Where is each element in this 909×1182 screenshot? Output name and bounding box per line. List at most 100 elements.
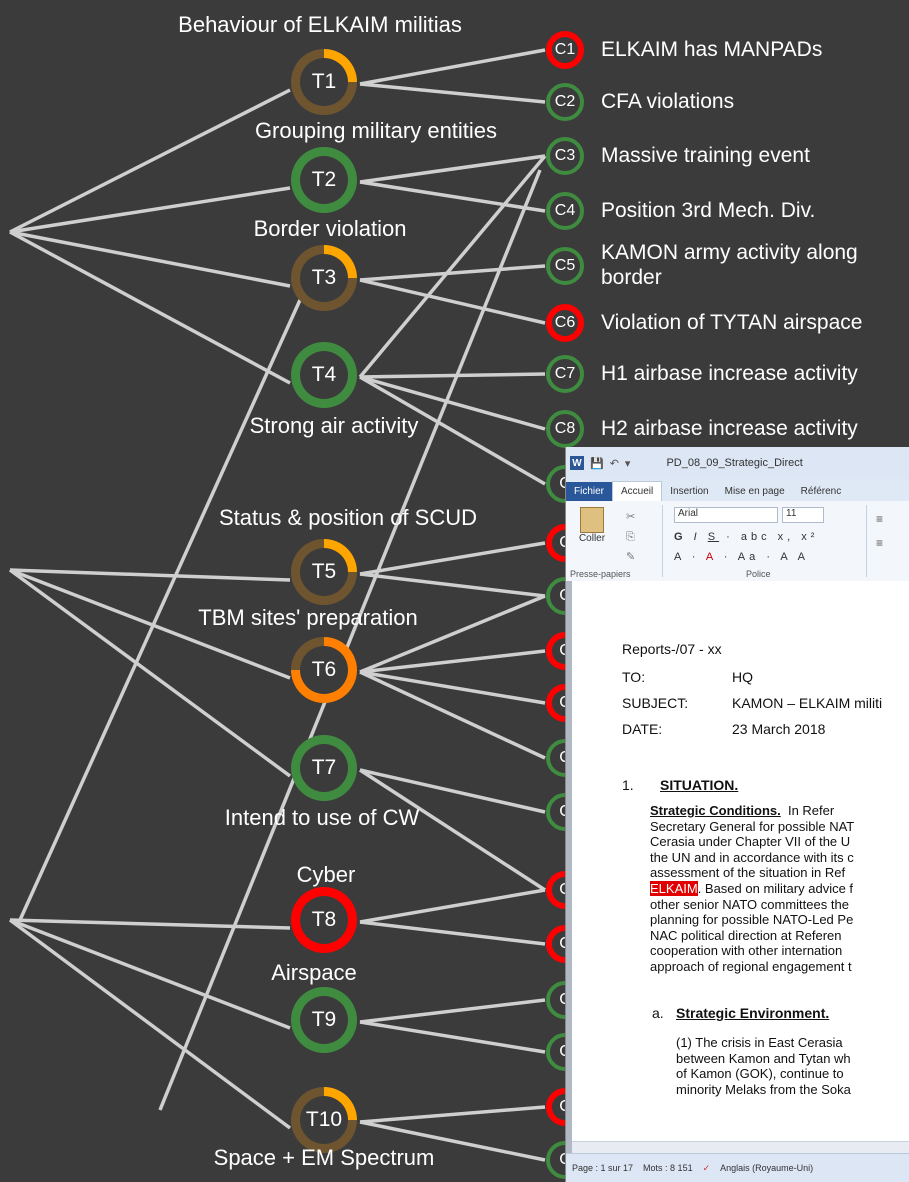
highlighted-text: ELKAIM bbox=[650, 880, 698, 896]
threat-label: Border violation bbox=[253, 216, 407, 241]
ribbon-tabs: Fichier Accueil Insertion Mise en page R… bbox=[566, 479, 909, 501]
paragraph-1: Strategic Conditions. In Refer Secretary… bbox=[650, 803, 909, 975]
customize-qa-icon[interactable]: ▾ bbox=[625, 457, 631, 470]
edge bbox=[8, 918, 292, 1130]
para1-line: In Refer bbox=[787, 803, 835, 818]
threat-id: T9 bbox=[300, 996, 348, 1044]
criterion-node-1[interactable]: C1 bbox=[546, 31, 584, 69]
threat-node-t6[interactable]: T6 bbox=[291, 637, 357, 703]
criterion-node-5[interactable]: C5 bbox=[546, 247, 584, 285]
para1-line: the UN and in accordance with its c bbox=[650, 849, 854, 865]
threat-id: T6 bbox=[300, 646, 348, 694]
criterion-label: Violation of TYTAN airspace bbox=[601, 311, 863, 334]
tab-accueil[interactable]: Accueil bbox=[612, 481, 663, 501]
criterion-label: H1 airbase increase activity bbox=[601, 362, 858, 385]
edge bbox=[359, 278, 546, 325]
edge bbox=[8, 568, 292, 778]
edge bbox=[9, 230, 291, 385]
subject-label: SUBJECT: bbox=[622, 695, 689, 711]
threat-node-t8[interactable]: T8 bbox=[291, 887, 357, 953]
para1-line: planning for possible NATO-Led Pe bbox=[650, 912, 854, 928]
criterion-node-2[interactable]: C2 bbox=[546, 83, 584, 121]
para1-heading: Strategic Conditions. bbox=[650, 803, 781, 818]
date-label: DATE: bbox=[622, 721, 663, 737]
para1-line: Cerasia under Chapter VII of the U bbox=[650, 834, 851, 850]
para2-line: between Kamon and Tytan wh bbox=[676, 1050, 851, 1066]
criterion-label: H2 airbase increase activity bbox=[601, 417, 858, 440]
document-title: PD_08_09_Strategic_Direct bbox=[666, 457, 803, 469]
threat-id: T7 bbox=[300, 744, 348, 792]
threat-node-t3[interactable]: T3 bbox=[291, 245, 357, 311]
edge bbox=[9, 918, 291, 930]
criterion-node-7[interactable]: C7 bbox=[546, 355, 584, 393]
color-buttons-row[interactable]: A · A · Aa · A A bbox=[674, 551, 809, 563]
threat-id: T2 bbox=[300, 156, 348, 204]
para1-line: Secretary General for possible NAT bbox=[650, 818, 855, 834]
para2-line: of Kamon (GOK), continue to bbox=[676, 1066, 844, 1082]
edge bbox=[359, 670, 546, 760]
threat-node-t5[interactable]: T5 bbox=[291, 539, 357, 605]
para2-line: minority Melaks from the Soka bbox=[676, 1081, 851, 1097]
threat-node-t4[interactable]: T4 bbox=[291, 342, 357, 408]
edge bbox=[359, 1105, 546, 1124]
format-buttons-row[interactable]: G I S · abc x, x² bbox=[674, 531, 818, 543]
word-count[interactable]: Mots : 8 151 bbox=[643, 1163, 693, 1173]
threat-label: Cyber bbox=[296, 862, 356, 887]
threat-label: Status & position of SCUD bbox=[218, 505, 478, 530]
to-label: TO: bbox=[622, 669, 646, 685]
language[interactable]: Anglais (Royaume-Uni) bbox=[720, 1163, 813, 1173]
edge bbox=[359, 572, 546, 598]
threat-label: Intend to use of CW bbox=[224, 805, 420, 830]
font-size-select[interactable]: 11 bbox=[782, 507, 824, 523]
edge bbox=[359, 888, 546, 924]
edge bbox=[359, 920, 546, 946]
tab-references[interactable]: Référenc bbox=[793, 482, 850, 501]
threat-node-t7[interactable]: T7 bbox=[291, 735, 357, 801]
subject-value: KAMON – ELKAIM militi bbox=[732, 695, 883, 711]
ribbon-separator bbox=[866, 505, 867, 577]
threat-label: Grouping military entities bbox=[254, 118, 498, 143]
document-page[interactable]: Reports-/07 - xx TO: HQ SUBJECT: KAMON –… bbox=[572, 581, 909, 1154]
threat-id: T8 bbox=[300, 896, 348, 944]
list-icons[interactable]: ≡ ≡ bbox=[876, 507, 883, 555]
edge bbox=[9, 918, 291, 1030]
tab-fichier[interactable]: Fichier bbox=[566, 482, 613, 501]
date-value: 23 March 2018 bbox=[732, 721, 826, 737]
tab-insertion[interactable]: Insertion bbox=[662, 482, 716, 501]
criterion-label: KAMON army activity along border bbox=[601, 241, 858, 290]
paragraph-2: (1) The crisis in East Cerasia between K… bbox=[676, 1035, 909, 1097]
threat-id: T5 bbox=[300, 548, 348, 596]
para1-line: cooperation with other internation bbox=[650, 943, 843, 959]
spellcheck-icon[interactable]: ✓ bbox=[703, 1163, 711, 1174]
criterion-node-8[interactable]: C8 bbox=[546, 410, 584, 448]
threat-node-t9[interactable]: T9 bbox=[291, 987, 357, 1053]
criterion-node-6[interactable]: C6 bbox=[546, 304, 584, 342]
paste-label: Coller bbox=[578, 533, 606, 544]
page-count[interactable]: Page : 1 sur 17 bbox=[572, 1163, 633, 1173]
edge bbox=[359, 48, 546, 86]
save-icon[interactable]: 💾 bbox=[590, 457, 604, 470]
para2-line: (1) The crisis in East Cerasia bbox=[676, 1035, 843, 1050]
word-window[interactable]: W 💾 ↶ ▾ PD_08_09_Strategic_Direct Fichie… bbox=[565, 447, 909, 1182]
criterion-label: Position 3rd Mech. Div. bbox=[601, 199, 816, 222]
font-name-select[interactable]: Arial bbox=[674, 507, 778, 523]
ribbon-separator bbox=[662, 505, 663, 577]
edge bbox=[359, 180, 546, 213]
group-label-clipboard: Presse-papiers bbox=[570, 569, 631, 579]
clipboard-small-icons[interactable]: ✂ ⎘ ✎ bbox=[626, 507, 635, 567]
clipboard-icon bbox=[580, 507, 604, 533]
word-titlebar[interactable]: W 💾 ↶ ▾ PD_08_09_Strategic_Direct bbox=[566, 447, 909, 479]
subsection-label: a. bbox=[652, 1005, 664, 1021]
threat-node-t2[interactable]: T2 bbox=[291, 147, 357, 213]
paste-button[interactable]: Coller bbox=[574, 507, 610, 544]
threat-node-t1[interactable]: T1 bbox=[291, 49, 357, 115]
threat-node-t10[interactable]: T10 bbox=[291, 1087, 357, 1153]
tab-mise-en-page[interactable]: Mise en page bbox=[717, 482, 793, 501]
criterion-label: ELKAIM has MANPADs bbox=[601, 38, 823, 61]
edge bbox=[9, 230, 291, 288]
criterion-label: Massive training event bbox=[601, 144, 810, 167]
criterion-node-4[interactable]: C4 bbox=[546, 192, 584, 230]
undo-icon[interactable]: ↶ bbox=[610, 457, 619, 470]
para1-line: NAC political direction at Referen bbox=[650, 927, 842, 943]
criterion-node-3[interactable]: C3 bbox=[546, 137, 584, 175]
